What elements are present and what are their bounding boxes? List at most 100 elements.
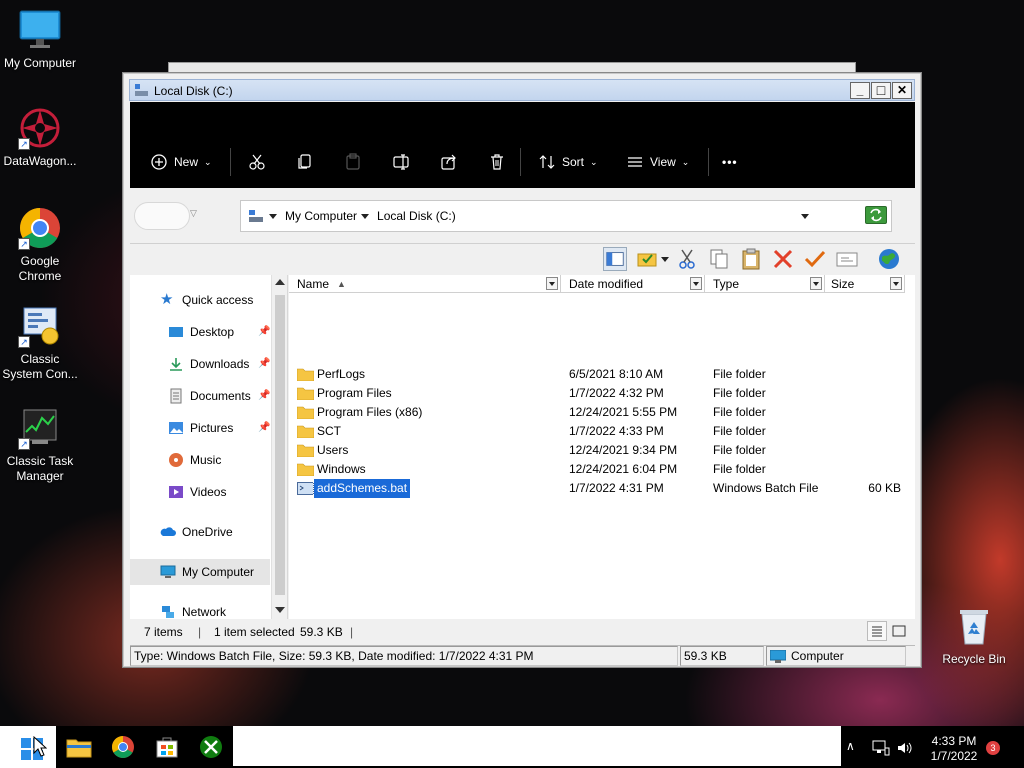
view-button[interactable]: View ⌄ — [626, 152, 689, 172]
breadcrumb-local-disk[interactable]: Local Disk (C:) — [377, 209, 456, 223]
chrome-icon: ↗ — [18, 206, 62, 250]
nav-item-music[interactable]: Music — [130, 447, 270, 473]
back-forward-buttons[interactable] — [134, 202, 190, 230]
file-type: File folder — [713, 462, 766, 476]
column-header-label: Name — [297, 277, 330, 291]
delete-icon[interactable] — [488, 153, 506, 171]
sort-ascending-icon: ▲ — [337, 279, 346, 289]
star-icon: ★ — [160, 291, 174, 308]
desktop-icon-classic-system-control[interactable]: ↗ Classic System Con... — [0, 304, 80, 382]
file-row[interactable]: Windows 12/24/2021 6:04 PM File folder — [289, 460, 915, 479]
nav-item-pictures[interactable]: Pictures 📌 — [130, 415, 270, 441]
scroll-thumb[interactable] — [275, 295, 285, 595]
breadcrumb-my-computer[interactable]: My Computer — [285, 209, 370, 223]
file-date: 1/7/2022 4:33 PM — [569, 424, 664, 438]
chrome-taskbar-icon[interactable] — [109, 733, 137, 761]
checkmark-icon[interactable] — [803, 247, 827, 271]
network-tray-icon[interactable] — [872, 740, 890, 756]
nav-item-my-computer[interactable]: My Computer — [130, 559, 270, 585]
column-header-label: Type — [713, 277, 740, 291]
copy-icon[interactable] — [707, 247, 731, 271]
chevron-down-icon[interactable] — [269, 213, 277, 219]
globe-icon[interactable] — [877, 247, 901, 271]
recycle-bin-icon — [952, 604, 996, 648]
preview-pane-icon[interactable] — [603, 247, 627, 271]
column-dropdown-icon[interactable] — [810, 277, 822, 290]
column-header-date-modified[interactable]: Date modified — [561, 275, 705, 293]
desktop-icon-google-chrome[interactable]: ↗ Google Chrome — [0, 206, 80, 284]
nav-item-downloads[interactable]: Downloads 📌 — [130, 351, 270, 377]
file-row[interactable]: Program Files 1/7/2022 4:32 PM File fold… — [289, 384, 915, 403]
monitor-icon — [18, 8, 62, 52]
close-button[interactable]: ✕ — [892, 82, 912, 99]
view-label: View — [650, 155, 676, 169]
pin-icon[interactable]: 📌 — [258, 390, 270, 401]
start-button[interactable] — [0, 726, 56, 768]
nav-item-desktop[interactable]: Desktop 📌 — [130, 319, 270, 345]
properties-icon[interactable] — [835, 247, 859, 271]
chevron-up-icon[interactable]: ∧ — [846, 739, 855, 753]
taskbar-search-box[interactable] — [233, 726, 841, 766]
desktop-icon-recycle-bin[interactable]: Recycle Bin — [934, 604, 1014, 667]
maximize-button[interactable]: □ — [871, 82, 891, 99]
file-explorer-taskbar-icon[interactable] — [65, 733, 93, 761]
share-icon[interactable] — [440, 153, 458, 171]
refresh-icon[interactable] — [865, 206, 887, 224]
file-row[interactable]: PerfLogs 6/5/2021 8:10 AM File folder — [289, 365, 915, 384]
taskbar-clock[interactable]: 4:33 PM 1/7/2022 — [918, 734, 990, 764]
pin-icon[interactable]: 📌 — [258, 422, 270, 433]
nav-scrollbar[interactable] — [271, 275, 287, 619]
cut-icon[interactable] — [248, 153, 266, 171]
nav-item-quick-access[interactable]: ★ Quick access — [130, 287, 270, 313]
file-row-selected[interactable]: addSchemes.bat 1/7/2022 4:31 PM Windows … — [289, 478, 915, 499]
nav-item-network[interactable]: Network — [130, 599, 270, 619]
details-view-icon[interactable] — [867, 621, 887, 641]
store-taskbar-icon[interactable] — [153, 733, 181, 761]
paste-icon[interactable] — [344, 153, 362, 171]
desktop-icon-my-computer[interactable]: My Computer — [0, 8, 80, 71]
column-header-label: Date modified — [569, 277, 644, 291]
scroll-up-arrow-icon[interactable] — [275, 279, 285, 285]
file-row[interactable]: SCT 1/7/2022 4:33 PM File folder — [289, 422, 915, 441]
new-button[interactable]: New ⌄ — [150, 152, 212, 172]
desktop-icon-datawagon[interactable]: ↗ DataWagon... — [0, 106, 80, 169]
column-header-size[interactable]: Size — [825, 275, 905, 293]
more-options-button[interactable]: ••• — [722, 152, 738, 172]
scroll-down-arrow-icon[interactable] — [275, 607, 285, 613]
notification-badge[interactable]: 3 — [986, 741, 1000, 755]
large-icons-view-icon[interactable] — [889, 621, 909, 641]
column-dropdown-icon[interactable] — [546, 277, 558, 290]
pin-icon[interactable]: 📌 — [258, 358, 270, 369]
volume-tray-icon[interactable] — [896, 740, 912, 756]
column-dropdown-icon[interactable] — [690, 277, 702, 290]
column-dropdown-icon[interactable] — [890, 277, 902, 290]
desktop-icon-classic-task-manager[interactable]: ↗ Classic Task Manager — [0, 406, 80, 484]
cut-icon[interactable] — [675, 247, 699, 271]
address-bar[interactable]: My Computer Local Disk (C:) — [240, 200, 892, 232]
column-header-type[interactable]: Type — [705, 275, 825, 293]
file-row[interactable]: Program Files (x86) 12/24/2021 5:55 PM F… — [289, 403, 915, 422]
nav-item-documents[interactable]: Documents 📌 — [130, 383, 270, 409]
nav-item-videos[interactable]: Videos — [130, 479, 270, 505]
pin-icon[interactable]: 📌 — [258, 326, 270, 337]
clock-time: 4:33 PM — [931, 734, 977, 748]
chevron-down-icon[interactable] — [661, 257, 669, 262]
chevron-down-icon[interactable] — [361, 213, 370, 219]
delete-x-icon[interactable] — [771, 247, 795, 271]
folder-options-icon[interactable] — [635, 247, 659, 271]
network-icon — [160, 604, 176, 619]
column-header-name[interactable]: Name ▲ — [289, 275, 561, 293]
minimize-button[interactable]: _ — [850, 82, 870, 99]
sort-button[interactable]: Sort ⌄ — [538, 152, 598, 172]
copy-icon[interactable] — [296, 153, 314, 171]
file-row[interactable]: Users 12/24/2021 9:34 PM File folder — [289, 441, 915, 460]
desktop-icon-label: Recycle Bin — [942, 652, 1006, 666]
file-date: 12/24/2021 6:04 PM — [569, 462, 678, 476]
nav-item-onedrive[interactable]: OneDrive — [130, 519, 270, 545]
xbox-taskbar-icon[interactable] — [197, 733, 225, 761]
history-dropdown-icon[interactable]: ▽ — [190, 208, 197, 219]
window-titlebar[interactable]: Local Disk (C:) _ □ ✕ — [129, 79, 915, 101]
address-dropdown-icon[interactable] — [801, 214, 809, 219]
paste-icon[interactable] — [739, 247, 763, 271]
rename-icon[interactable] — [392, 153, 410, 171]
